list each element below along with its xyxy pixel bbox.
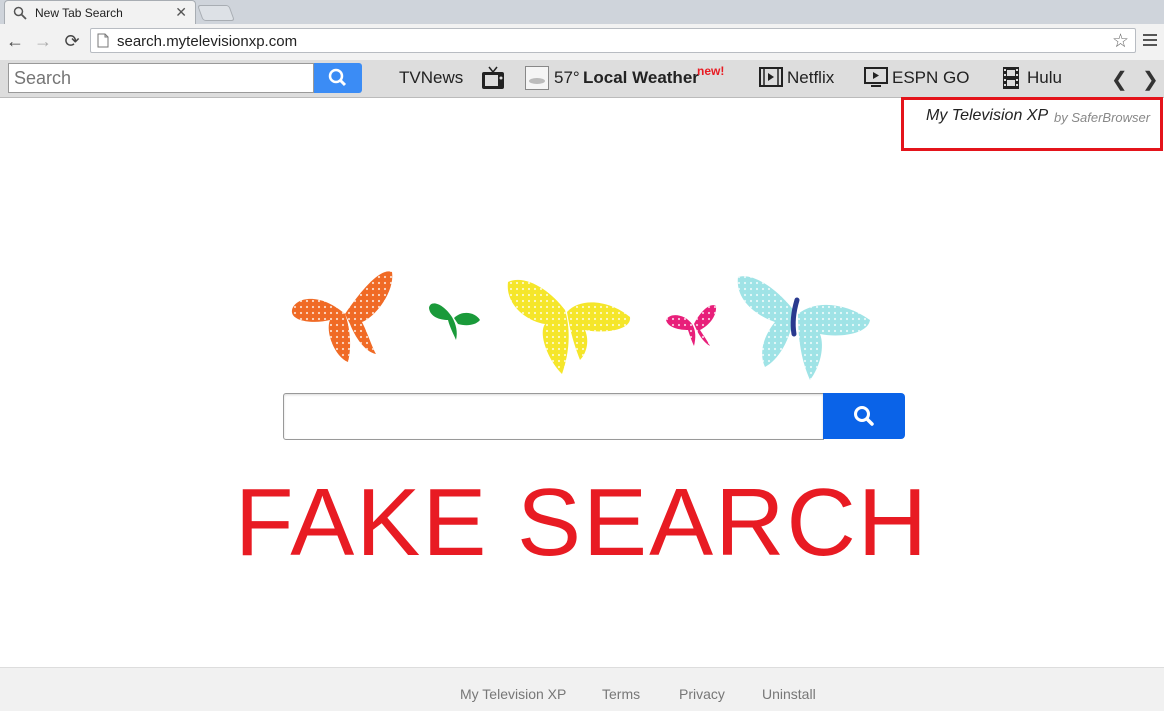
brand-byline: by SaferBrowser <box>1054 110 1151 125</box>
local-weather-link[interactable]: Local Weather <box>583 68 699 88</box>
footer-link-privacy[interactable]: Privacy <box>679 686 725 702</box>
butterfly-cyan <box>737 276 870 380</box>
tv-icon[interactable] <box>480 65 506 91</box>
film-icon[interactable] <box>759 67 783 87</box>
new-tab-button[interactable] <box>197 5 235 21</box>
tab-title: New Tab Search <box>35 6 123 20</box>
reload-button[interactable]: ⟳ <box>61 30 83 52</box>
chevron-right-icon[interactable]: ❯ <box>1142 67 1159 92</box>
page-icon <box>97 33 109 48</box>
footer-link-uninstall[interactable]: Uninstall <box>762 686 816 702</box>
butterfly-green <box>429 303 480 340</box>
close-tab-icon[interactable]: ✕ <box>175 4 187 21</box>
address-bar[interactable]: search.mytelevisionxp.com ☆ <box>90 28 1136 53</box>
tab-strip: New Tab Search ✕ <box>0 0 1164 24</box>
search-icon <box>13 6 27 20</box>
search-icon <box>328 68 347 87</box>
espn-link[interactable]: ESPN GO <box>892 68 969 88</box>
bookmark-star-icon[interactable]: ☆ <box>1112 30 1129 53</box>
footer-link-terms[interactable]: Terms <box>602 686 640 702</box>
main-search-input[interactable] <box>283 393 824 440</box>
cloud-icon[interactable] <box>525 66 549 90</box>
butterfly-yellow <box>507 279 631 374</box>
brand-name: My Television XP <box>926 107 1049 124</box>
tvnews-link[interactable]: TVNews <box>399 68 463 88</box>
fake-search-label: FAKE SEARCH <box>234 469 930 576</box>
browser-tab[interactable]: New Tab Search ✕ <box>4 0 196 24</box>
new-badge: new! <box>697 64 725 78</box>
butterfly-orange <box>291 271 393 362</box>
filmstrip-icon[interactable] <box>1003 67 1019 89</box>
butterflies-logo <box>291 271 870 380</box>
search-icon <box>854 406 874 426</box>
weather-temperature[interactable]: 57° <box>554 68 580 88</box>
extension-toolbar: TVNews 57° Local Weather new! Netflix ES… <box>0 60 1164 98</box>
butterfly-magenta <box>666 305 717 346</box>
play-icon[interactable] <box>864 67 888 87</box>
main-search-button[interactable] <box>823 393 905 439</box>
toolbar-search-input[interactable] <box>8 63 314 93</box>
address-row: ← → ⟳ search.mytelevisionxp.com ☆ <box>0 24 1164 60</box>
footer-link-brand[interactable]: My Television XP <box>460 686 566 702</box>
netflix-link[interactable]: Netflix <box>787 68 834 88</box>
url-text[interactable]: search.mytelevisionxp.com <box>117 33 297 50</box>
back-button[interactable]: ← <box>4 30 26 52</box>
menu-icon[interactable] <box>1143 31 1159 49</box>
footer: My Television XP Terms Privacy Uninstall <box>0 667 1164 711</box>
hulu-link[interactable]: Hulu <box>1027 68 1062 88</box>
chevron-left-icon[interactable]: ❮ <box>1111 67 1128 92</box>
toolbar-search-button[interactable] <box>314 63 362 93</box>
forward-button[interactable]: → <box>32 30 54 52</box>
